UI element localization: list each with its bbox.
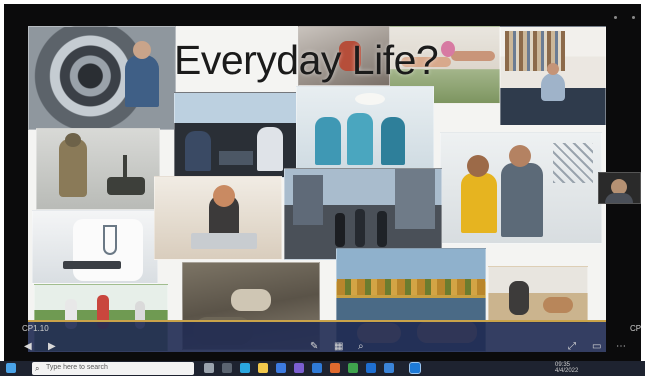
pen-tool-icon[interactable]: ✎: [310, 342, 318, 352]
file-explorer-icon[interactable]: [258, 363, 268, 373]
mail-icon[interactable]: [276, 363, 286, 373]
slide-footer-line: [28, 320, 606, 322]
window-dot-icon: [632, 16, 635, 19]
next-slide-icon[interactable]: ▶: [48, 342, 56, 352]
slides-grid-icon[interactable]: ▦: [334, 342, 343, 352]
search-placeholder: Type here to search: [46, 364, 108, 371]
edge-browser-icon[interactable]: [240, 363, 250, 373]
taskbar: ⌕ Type here to search 09:35 4/4/2022: [0, 361, 645, 376]
photo-meditation-room: [500, 26, 606, 126]
photo-dog-owner: [488, 266, 588, 324]
powerpoint-icon[interactable]: [330, 363, 340, 373]
word-icon[interactable]: [366, 363, 376, 373]
zoom-icon[interactable]: ⌕: [358, 342, 364, 352]
presentation-screen: Everyday Life? CP1.10 CP1 ◀ ▶ ✎ ▦ ⌕ ⤢ ▭ …: [4, 4, 641, 361]
task-view-icon[interactable]: [204, 363, 214, 373]
subtitle-icon[interactable]: ▭: [592, 342, 601, 352]
overlay-left-label: CP1.10: [22, 324, 49, 333]
slide-title: Everyday Life?: [174, 37, 439, 83]
slide: Everyday Life?: [28, 26, 606, 352]
photo-cockpit-pilots: [174, 92, 298, 178]
photo-woman-laptop: [154, 176, 282, 260]
teams-icon[interactable]: [294, 363, 304, 373]
pointer-icon[interactable]: ⤢: [568, 342, 576, 352]
photo-whiteboard-team: [440, 132, 602, 244]
outlook-icon[interactable]: [312, 363, 322, 373]
photo-soldier-robot: [36, 128, 160, 210]
windows-start-icon[interactable]: [6, 363, 16, 373]
overlay-right-label: CP1: [630, 324, 641, 333]
photo-doctor-tablet: [32, 210, 158, 284]
system-tray-clock[interactable]: 09:35 4/4/2022: [555, 362, 579, 374]
webcam-thumbnail: [598, 172, 641, 204]
chrome-icon[interactable]: [348, 363, 358, 373]
active-app-icon[interactable]: [409, 362, 421, 374]
prev-slide-icon[interactable]: ◀: [24, 342, 32, 352]
photo-surgeons: [296, 86, 434, 172]
photo-city-street: [284, 168, 442, 260]
more-options-icon[interactable]: ⋯: [616, 342, 626, 352]
search-icon: ⌕: [35, 364, 40, 373]
clock-date: 4/4/2022: [555, 368, 579, 374]
window-dot-icon: [614, 16, 617, 19]
taskbar-search[interactable]: ⌕ Type here to search: [32, 362, 194, 375]
widgets-icon[interactable]: [222, 363, 232, 373]
zoom-app-icon[interactable]: [384, 363, 394, 373]
photo-lens-technician: [28, 26, 176, 130]
